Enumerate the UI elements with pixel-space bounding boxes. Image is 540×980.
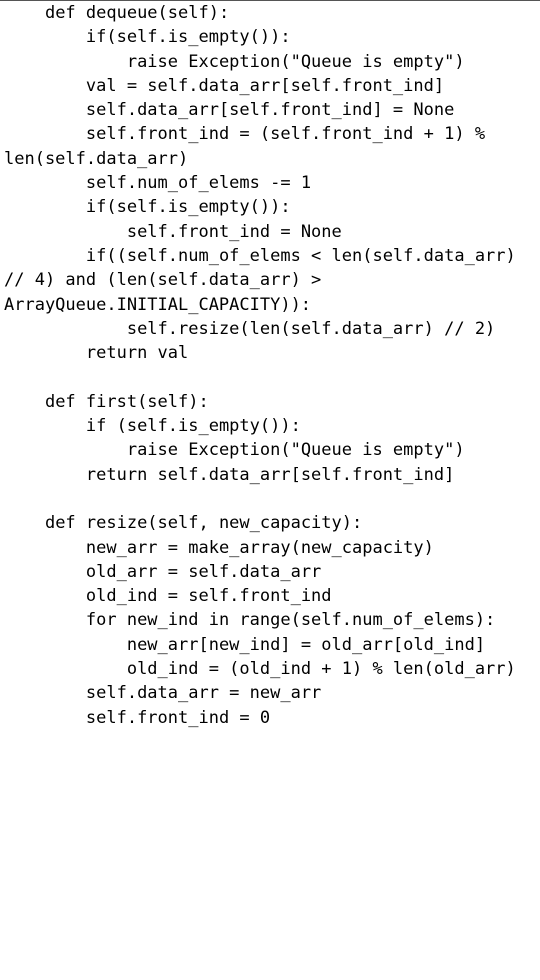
code-block: def dequeue(self): if(self.is_empty()): … bbox=[0, 1, 540, 730]
code-page: def dequeue(self): if(self.is_empty()): … bbox=[0, 0, 540, 730]
